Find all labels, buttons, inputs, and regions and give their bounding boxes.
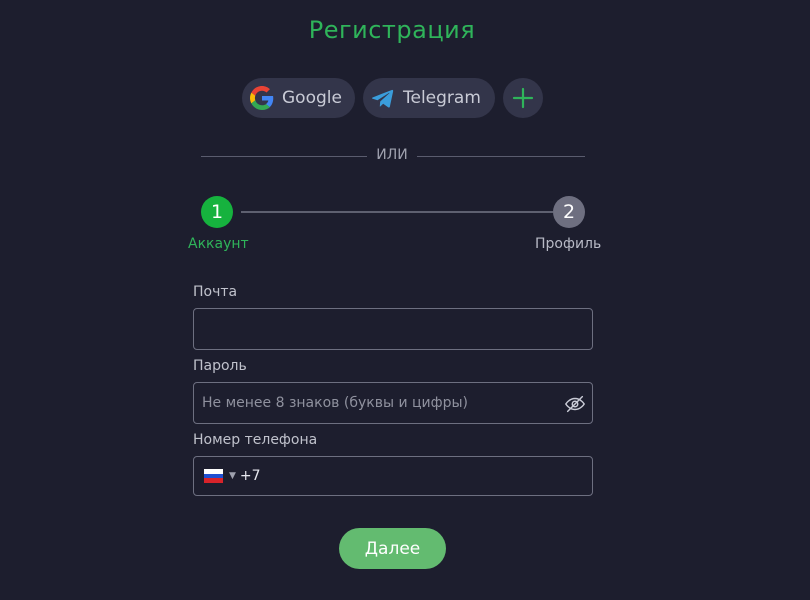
divider-text: ИЛИ — [376, 147, 408, 163]
telegram-label: Telegram — [403, 88, 481, 108]
plus-icon — [512, 87, 534, 109]
page-title: Регистрация — [308, 16, 476, 44]
google-icon — [250, 86, 274, 110]
step-2-label: Профиль — [535, 236, 602, 252]
telegram-icon — [372, 89, 394, 108]
stepper-connector — [241, 211, 553, 213]
step-1-indicator: 1 — [201, 196, 233, 228]
phone-field[interactable]: ▼ +7 — [193, 456, 593, 496]
email-field[interactable] — [193, 308, 593, 350]
divider-line-left — [201, 156, 367, 157]
next-button[interactable]: Далее — [339, 528, 446, 569]
more-signin-options-button[interactable] — [503, 78, 543, 118]
google-signin-button[interactable]: Google — [242, 78, 355, 118]
google-label: Google — [282, 88, 342, 108]
telegram-signin-button[interactable]: Telegram — [363, 78, 495, 118]
divider-line-right — [417, 156, 585, 157]
step-1-label: Аккаунт — [188, 236, 249, 252]
phone-label: Номер телефона — [193, 432, 318, 448]
russia-flag-icon[interactable] — [204, 469, 223, 484]
password-label: Пароль — [193, 358, 247, 374]
phone-country-code: +7 — [239, 468, 261, 484]
step-2-indicator: 2 — [553, 196, 585, 228]
password-field[interactable] — [193, 382, 593, 424]
email-label: Почта — [193, 284, 238, 300]
hide-password-icon[interactable] — [564, 393, 586, 415]
country-dropdown-caret-icon[interactable]: ▼ — [229, 471, 236, 481]
